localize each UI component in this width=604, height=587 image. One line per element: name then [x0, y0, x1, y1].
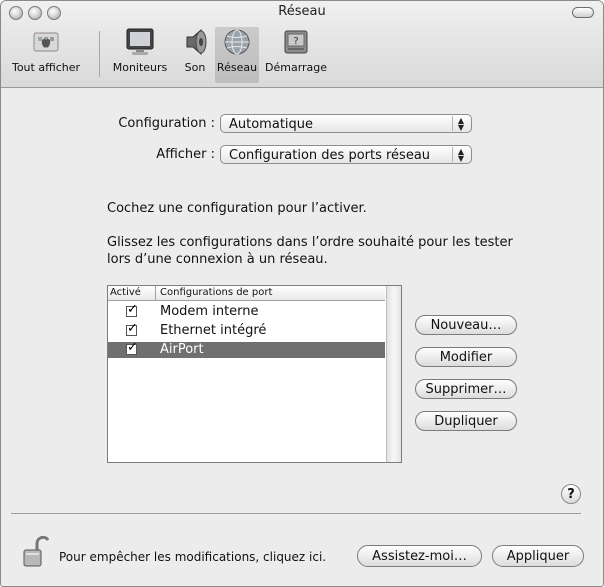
footer-divider: [11, 513, 581, 514]
lock-icon[interactable]: [23, 536, 49, 568]
show-label: Afficher :: [156, 147, 215, 162]
instruction-order-line1: Glissez les configurations dans l’ordre …: [107, 235, 513, 250]
speaker-icon: [186, 28, 207, 56]
column-header-configurations[interactable]: Configurations de port: [160, 287, 272, 298]
toolbar-label-displays: Moniteurs: [112, 61, 168, 74]
updown-arrows-icon: ▲ ▼: [452, 147, 469, 163]
lock-message: Pour empêcher les modifications, cliquez…: [59, 550, 327, 564]
startup-disk-icon: ?: [284, 30, 308, 54]
title-and-toolbar: Réseau Tout afficher Moniteurs Son Résea…: [1, 1, 603, 88]
port-configurations-table: Activé Configurations de port ✓ Modem in…: [107, 285, 402, 463]
svg-text:?: ?: [293, 36, 298, 47]
configuration-popup-value: Automatique: [229, 117, 314, 132]
active-checkbox[interactable]: ✓: [126, 340, 138, 355]
show-popup-value: Configuration des ports réseau: [229, 148, 431, 163]
column-separator: [155, 286, 156, 300]
toolbar-label-startup-disk: Démarrage: [265, 61, 328, 74]
show-all-icon: [33, 32, 59, 52]
table-row-ethernet[interactable]: ✓ Ethernet intégré: [108, 321, 385, 339]
toolbar-item-displays[interactable]: Moniteurs: [109, 27, 171, 83]
checkmark-icon: ✓: [127, 321, 138, 336]
instruction-activate: Cochez une configuration pour l’activer.: [107, 201, 367, 216]
table-scrollbar[interactable]: [386, 286, 401, 462]
checkmark-icon: ✓: [127, 340, 138, 355]
table-row-airport[interactable]: ✓ AirPort: [108, 340, 385, 358]
checkmark-icon: ✓: [127, 302, 138, 317]
show-popup[interactable]: Configuration des ports réseau ▲ ▼: [220, 145, 472, 164]
help-button[interactable]: ?: [561, 484, 581, 504]
active-checkbox[interactable]: ✓: [126, 321, 138, 336]
active-checkbox[interactable]: ✓: [126, 302, 138, 317]
toolbar-item-network[interactable]: Réseau: [215, 27, 259, 83]
toolbar-item-startup-disk[interactable]: ? Démarrage: [265, 27, 327, 83]
configuration-popup[interactable]: Automatique ▲ ▼: [220, 114, 472, 133]
duplicate-button[interactable]: Dupliquer: [415, 411, 517, 431]
row-label: Modem interne: [160, 304, 259, 319]
toolbar: Tout afficher Moniteurs Son Réseau ? Dém…: [1, 25, 603, 85]
toolbar-toggle-button[interactable]: [572, 7, 594, 18]
configuration-label: Configuration :: [118, 116, 215, 131]
apply-button[interactable]: Appliquer: [492, 545, 584, 567]
new-button[interactable]: Nouveau…: [415, 315, 517, 335]
row-label: AirPort: [160, 342, 204, 357]
updown-arrows-icon: ▲ ▼: [452, 116, 469, 132]
toolbar-item-show-all[interactable]: Tout afficher: [4, 27, 88, 83]
assist-me-button[interactable]: Assistez-moi…: [357, 545, 482, 567]
network-globe-icon: [224, 29, 250, 55]
network-preferences-window: Réseau Tout afficher Moniteurs Son Résea…: [0, 0, 604, 587]
instruction-order-line2: lors d’une connexion à un réseau.: [107, 252, 328, 267]
column-header-active[interactable]: Activé: [110, 287, 141, 298]
toolbar-separator: [99, 31, 100, 77]
display-icon: [126, 28, 154, 55]
toolbar-label-network: Réseau: [216, 61, 258, 74]
delete-button[interactable]: Supprimer…: [415, 379, 517, 399]
toolbar-item-sound[interactable]: Son: [177, 27, 213, 83]
window-title: Réseau: [278, 4, 326, 19]
modify-button[interactable]: Modifier: [415, 347, 517, 367]
table-row-modem[interactable]: ✓ Modem interne: [108, 302, 385, 320]
row-label: Ethernet intégré: [160, 323, 267, 338]
toolbar-label-show-all: Tout afficher: [11, 61, 81, 74]
toolbar-label-sound: Son: [184, 61, 206, 74]
table-header: Activé Configurations de port: [108, 286, 385, 301]
